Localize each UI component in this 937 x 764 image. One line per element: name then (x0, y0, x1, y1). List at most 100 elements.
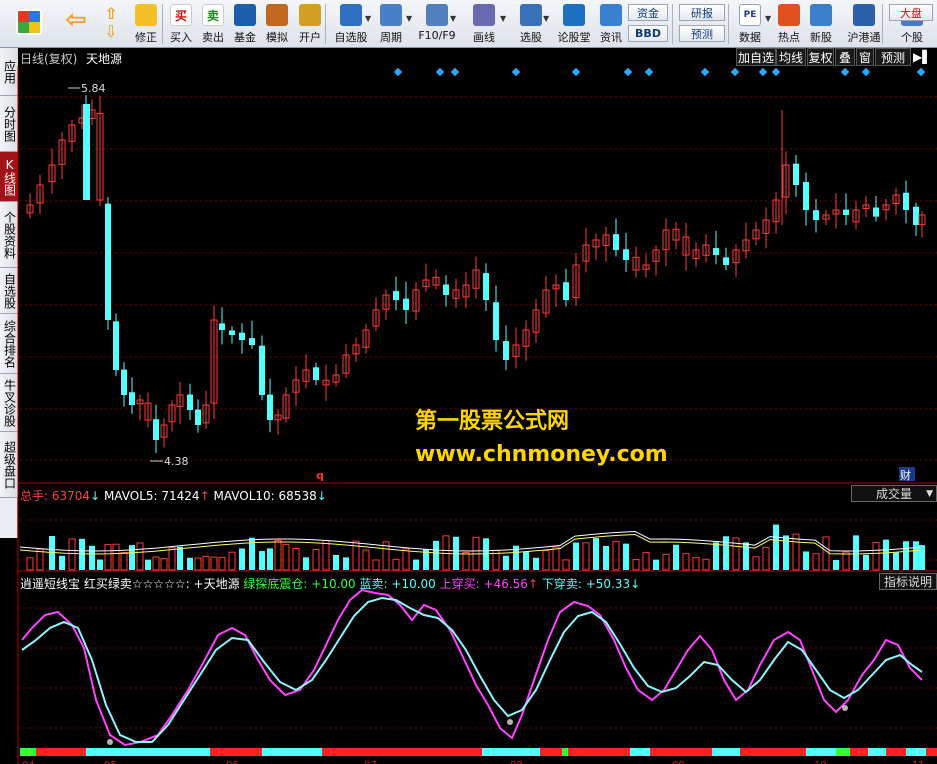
low-price-label: 4.38 (164, 455, 189, 468)
signal-segment (482, 748, 540, 756)
candle-body (267, 394, 273, 420)
cross-up-label: 上穿买: (439, 577, 480, 591)
volume-bar (433, 540, 439, 570)
volume-bar (413, 559, 419, 570)
cross-down-value: +50.33 (585, 577, 631, 591)
cross-up-value: +46.56 (483, 577, 528, 591)
candle-body (195, 409, 201, 425)
signal-segment (712, 748, 740, 756)
signal-segment (630, 748, 650, 756)
indicator-help-button[interactable]: 指标说明 (879, 573, 937, 590)
candle-body (403, 298, 409, 310)
cai-marker: 财 (900, 468, 911, 482)
volume-bar (773, 524, 779, 570)
volume-bar (883, 539, 889, 570)
cross-down-label: 下穿卖: (541, 577, 582, 591)
candle-body (153, 419, 159, 440)
volume-bar (177, 546, 183, 570)
signal-segment (836, 748, 850, 756)
indicator-stars: 红买绿卖☆☆☆☆☆: (83, 577, 190, 591)
volume-bar (533, 557, 539, 570)
signal-segment (868, 748, 886, 756)
volume-bar (259, 551, 265, 570)
x-axis-label: 04 (22, 760, 35, 764)
candle-body (493, 302, 499, 340)
up-arrow-icon: ↑ (199, 489, 210, 503)
signal-segment (562, 748, 568, 756)
blue-signal-label: 蓝卖: (359, 577, 388, 591)
volume-bar (573, 542, 579, 570)
candle-body (563, 282, 569, 300)
candle-body (723, 257, 729, 265)
signal-segment (262, 748, 322, 756)
signal-dot (842, 705, 848, 711)
volume-bar (673, 544, 679, 570)
signal-segment (926, 748, 937, 756)
candle-body (713, 248, 719, 255)
chevron-down-icon: ▼ (926, 488, 933, 499)
signal-segment (540, 748, 562, 756)
blue-signal-value: +10.00 (391, 577, 436, 591)
signal-segment (210, 748, 262, 756)
volume-bar (863, 554, 869, 570)
candle-body (483, 273, 489, 300)
kline-chart[interactable]: 5.84 4.38 q 财 04 05 06 07 08 09 10 11 (0, 0, 937, 764)
indicator-title: 逍遥短线宝 (20, 577, 81, 591)
signal-segment (906, 748, 926, 756)
candle-body (613, 234, 619, 250)
candle-body (121, 369, 127, 395)
mavol10-value: 68538 (278, 489, 317, 503)
candle-body (803, 181, 809, 210)
volume-bar (333, 554, 339, 570)
volume-dropdown-label: 成交量 (875, 487, 912, 501)
volume-bar (79, 538, 85, 570)
green-signal-label: 绿探底震仓: (243, 577, 308, 591)
candle-body (249, 338, 255, 345)
volume-bar (267, 548, 273, 570)
candle-body (443, 284, 449, 295)
volume-bar (523, 551, 529, 570)
volume-bar (903, 541, 909, 570)
candle-body (873, 207, 879, 217)
volume-bar (853, 535, 859, 570)
volume-bar (503, 555, 509, 570)
signal-segment (322, 748, 340, 756)
x-axis-label: 10 (814, 760, 827, 764)
x-axis-label: 05 (104, 760, 117, 764)
total-volume-value: 63704 (51, 489, 91, 503)
signal-segment (740, 748, 806, 756)
volume-bar (129, 545, 135, 570)
candle-body (793, 163, 799, 185)
volume-legend: 总手: 63704↓ MAVOL5: 71424↑ MAVOL10: 68538… (20, 487, 327, 504)
x-axis-label: 11 (912, 760, 925, 764)
up-arrow-icon: ↑ (527, 577, 539, 591)
x-axis-label: 08 (510, 760, 523, 764)
candle-body (623, 249, 629, 260)
volume-bar (593, 538, 599, 570)
volume-bar (59, 555, 65, 570)
signal-segment (886, 748, 906, 756)
total-volume-label: 总手: (20, 489, 49, 503)
volume-bar (343, 557, 349, 570)
volume-bar (97, 559, 103, 570)
x-axis-label: 07 (364, 760, 377, 764)
volume-bar (187, 557, 193, 570)
volume-bar (723, 536, 729, 570)
volume-bar (919, 545, 925, 570)
green-signal-value: +10.00 (311, 577, 356, 591)
signal-segment (650, 748, 712, 756)
volume-bar (893, 552, 899, 570)
signal-segment (850, 748, 868, 756)
watermark-title: 第一股票公式网 (415, 409, 570, 434)
candle-body (113, 321, 119, 370)
volume-dropdown[interactable]: 成交量 ▼ (851, 485, 937, 502)
app-window: ⇦ ⇧ ⇩ 修正买买入卖卖出 基金 模拟 开户 自选股 周期 F10/F9 画线 选股 论股堂 资讯 PE 数… (0, 0, 937, 764)
indicator-source: +天地源 (193, 577, 240, 591)
volume-bar (145, 559, 151, 570)
down-arrow-icon: ↓ (630, 577, 641, 591)
candle-body (239, 332, 245, 340)
volume-bar (89, 545, 95, 570)
mavol10-label: MAVOL10: (213, 489, 275, 503)
volume-bar (603, 545, 609, 570)
watermark-url: www.chnmoney.com (415, 442, 668, 467)
